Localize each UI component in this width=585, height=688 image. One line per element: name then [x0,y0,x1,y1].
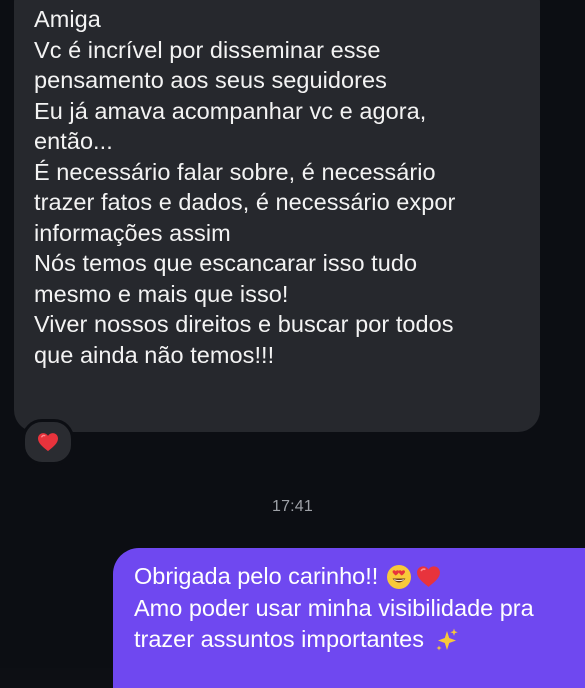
message-line: que ainda não temos!!! [34,341,275,368]
message-line: Vc é incrível por disseminar esse [34,36,381,63]
sparkles-icon [434,627,460,653]
message-line: É necessário falar sobre, é necessário [34,158,436,185]
message-line: Nós temos que escancarar isso tudo [34,250,418,276]
message-line: então... [34,128,113,154]
message-line: Eu já amava acompanhar vc e agora, [34,97,427,124]
heart-eyes-face-icon [386,564,412,590]
message-text: Obrigada pelo carinho!! [134,563,379,589]
heart-reaction-badge[interactable] [22,419,74,465]
message-line: pensamento aos seus seguidores [34,67,387,93]
received-message-bubble[interactable]: Amiga Vc é incrível por disseminar esse … [14,0,540,432]
sent-message-line-3: trazer assuntos importantes [134,624,585,656]
message-line: Amiga [34,6,101,32]
red-heart-icon [416,565,441,588]
sent-message-bubble[interactable]: Obrigada pelo carinho!! Amo poder usar m… [113,548,585,688]
message-text: trazer assuntos importantes [134,626,424,652]
message-line: trazer fatos e dados, é necessário expor [34,189,456,215]
message-line: informações assim [34,219,231,246]
sent-message-line-2: Amo poder usar minha visibilidade pra [134,594,534,621]
message-timestamp: 17:41 [271,498,314,515]
message-line: mesmo e mais que isso! [34,280,289,307]
sent-message-line-1: Obrigada pelo carinho!! [134,561,585,593]
heart-icon [37,432,59,452]
message-line: Viver nossos direitos e buscar por todos [34,311,454,337]
chat-thread: Amiga Vc é incrível por disseminar esse … [0,0,585,688]
